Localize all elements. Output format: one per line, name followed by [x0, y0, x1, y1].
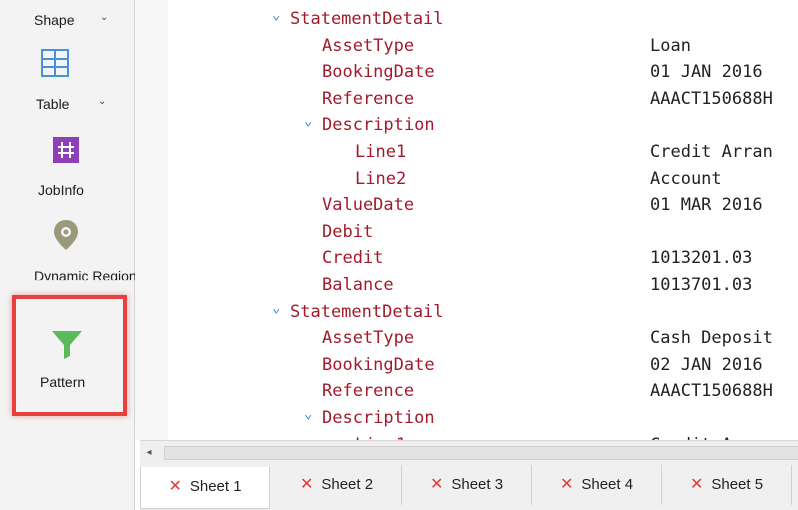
node-name: StatementDetail: [290, 301, 444, 322]
filter-icon[interactable]: [50, 328, 84, 360]
dynamic-region-label[interactable]: Dynamic Region: [34, 268, 137, 280]
node-name: ValueDate: [322, 195, 415, 216]
tree-row[interactable]: AssetType Loan: [168, 33, 798, 59]
expand-chevron-icon[interactable]: ⌄: [304, 401, 312, 427]
tab-label: Sheet 1: [189, 478, 242, 495]
node-name: Reference: [322, 381, 415, 402]
jobinfo-label[interactable]: JobInfo: [38, 182, 84, 198]
tab-sheet-3[interactable]: ✕ Sheet 3: [402, 465, 532, 505]
node-name: AssetType: [322, 35, 415, 56]
tree-row[interactable]: Debit: [168, 219, 798, 245]
tree-row[interactable]: Reference AAACT150688H: [168, 378, 798, 404]
data-tree: ⌄ StatementDetail AssetType Loan BookingDate…: [168, 0, 798, 440]
sheet-tabs: ✕ Sheet 1 ✕ Sheet 2 ✕ Sheet 3 ✕ Sheet 4 ✕ She…: [140, 465, 798, 510]
scroll-thumb[interactable]: [164, 446, 798, 460]
tab-sheet-1[interactable]: ✕ Sheet 1: [140, 467, 270, 509]
expand-chevron-icon[interactable]: ⌄: [272, 2, 280, 28]
tree-row[interactable]: Credit 1013201.03: [168, 245, 798, 271]
node-name: Credit: [322, 248, 384, 269]
tree-row[interactable]: ⌄ Description: [168, 112, 798, 138]
node-value: AAACT150688H: [650, 88, 773, 109]
node-name: Debit: [322, 221, 374, 242]
map-pin-icon[interactable]: [52, 218, 80, 252]
tab-sheet-2[interactable]: ✕ Sheet 2: [272, 465, 402, 505]
element-palette: Shape ⌄ Table ⌄ JobInfo Dynamic Region P…: [0, 0, 137, 510]
tab-sheet-4[interactable]: ✕ Sheet 4: [532, 465, 662, 505]
table-icon[interactable]: [40, 48, 70, 78]
jobinfo-icon[interactable]: [52, 136, 80, 164]
node-name: BookingDate: [322, 354, 435, 375]
tree-row[interactable]: Line1 Credit A: [168, 432, 798, 440]
node-value: Credit Arran: [650, 142, 773, 162]
tree-row[interactable]: ⌄ StatementDetail: [168, 6, 798, 32]
node-name: BookingDate: [322, 62, 435, 83]
node-value: 02 JAN 2016: [650, 354, 763, 375]
node-name: Line1: [355, 432, 406, 440]
close-icon[interactable]: ✕: [300, 476, 313, 493]
tree-row[interactable]: ValueDate 01 MAR 2016: [168, 192, 798, 218]
node-value: Cash Deposit: [650, 328, 773, 349]
close-icon[interactable]: ✕: [560, 476, 573, 493]
tab-label: Sheet 2: [321, 476, 374, 493]
close-icon[interactable]: ✕: [690, 476, 703, 493]
tree-row[interactable]: AssetType Cash Deposit: [168, 325, 798, 351]
tab-label: Sheet 4: [581, 476, 634, 493]
tree-row[interactable]: BookingDate 02 JAN 2016: [168, 352, 798, 378]
close-icon[interactable]: ✕: [168, 478, 181, 495]
node-value: 01 JAN 2016: [650, 62, 763, 83]
table-dropdown-icon[interactable]: ⌄: [98, 96, 106, 107]
tree-gutter: [135, 0, 169, 440]
tab-sheet-5[interactable]: ✕ Sheet 5: [662, 465, 792, 505]
expand-chevron-icon[interactable]: ⌄: [304, 108, 312, 134]
tree-row[interactable]: Reference AAACT150688H: [168, 86, 798, 112]
tree-row[interactable]: Line1 Credit Arran: [168, 139, 798, 165]
tree-row[interactable]: BookingDate 01 JAN 2016: [168, 59, 798, 85]
node-name: Description: [322, 115, 435, 136]
shape-label[interactable]: Shape: [34, 12, 74, 28]
tab-label: Sheet 5: [711, 476, 764, 493]
scroll-left-icon[interactable]: ◂: [140, 441, 158, 465]
node-name: Balance: [322, 275, 394, 295]
node-value: 01 MAR 2016: [650, 195, 763, 216]
node-value: 1013701.03: [650, 275, 753, 295]
node-name: Line2: [355, 168, 407, 189]
node-value: Credit A: [650, 432, 732, 440]
tree-row[interactable]: Line2 Account: [168, 166, 798, 192]
tree-row[interactable]: ⌄ StatementDetail: [168, 299, 798, 325]
node-value: 1013201.03: [650, 248, 753, 269]
pattern-label[interactable]: Pattern: [40, 374, 85, 390]
node-name: Line1: [355, 142, 407, 162]
node-value: AAACT150688H: [650, 381, 773, 402]
tree-row[interactable]: Balance 1013701.03: [168, 272, 798, 298]
close-icon[interactable]: ✕: [430, 476, 443, 493]
node-name: AssetType: [322, 328, 415, 349]
expand-chevron-icon[interactable]: ⌄: [272, 295, 280, 321]
node-value: Loan: [650, 35, 691, 56]
node-name: Reference: [322, 88, 415, 109]
shape-dropdown-icon[interactable]: ⌄: [100, 12, 108, 23]
table-label[interactable]: Table: [36, 96, 69, 112]
tree-row[interactable]: ⌄ Description: [168, 405, 798, 431]
node-value: Account: [650, 168, 722, 189]
tab-label: Sheet 3: [451, 476, 504, 493]
horizontal-scrollbar[interactable]: ◂: [140, 440, 798, 466]
node-name: Description: [322, 408, 435, 428]
node-name: StatementDetail: [290, 9, 444, 29]
